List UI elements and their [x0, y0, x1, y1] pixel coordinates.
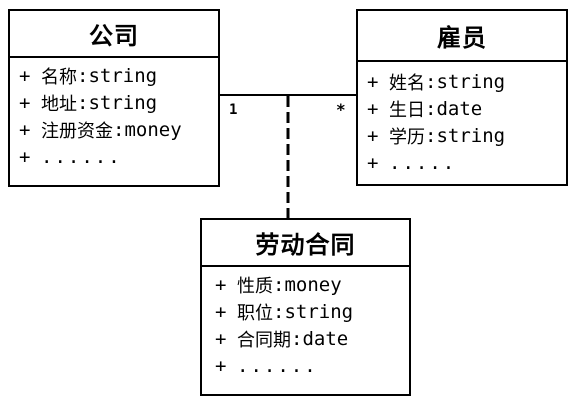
attribute-ellipsis: ......	[41, 145, 122, 168]
visibility-marker: +	[19, 64, 31, 87]
visibility-marker: +	[367, 151, 379, 174]
attribute-name: 姓名	[389, 72, 425, 94]
attribute-row: + 姓名 : string	[367, 68, 566, 95]
attribute-row: + 合同期 : date	[215, 325, 409, 352]
attribute-name: 职位	[237, 302, 273, 324]
class-company-attributes: + 名称 : string + 地址 : string + 注册资金 : mon…	[10, 58, 218, 170]
visibility-marker: +	[19, 91, 31, 114]
class-employee-attributes: + 姓名 : string + 生日 : date + 学历 : string …	[358, 62, 566, 176]
multiplicity-employee: *	[336, 100, 346, 119]
attribute-name: 注册资金	[41, 120, 113, 142]
visibility-marker: +	[19, 118, 31, 141]
attribute-name: 生日	[389, 99, 425, 121]
attribute-row: + 注册资金 : money	[19, 116, 218, 143]
visibility-marker: +	[215, 273, 227, 296]
attribute-row: + .....	[367, 149, 566, 176]
attribute-name: 名称	[41, 66, 77, 88]
attribute-separator: :	[425, 97, 437, 120]
attribute-name: 性质	[237, 275, 273, 297]
visibility-marker: +	[367, 70, 379, 93]
attribute-row: + 职位 : string	[215, 298, 409, 325]
attribute-row: + ......	[19, 143, 218, 170]
attribute-row: + 生日 : date	[367, 95, 566, 122]
visibility-marker: +	[215, 354, 227, 377]
attribute-separator: :	[77, 64, 89, 87]
attribute-row: + 性质 : money	[215, 271, 409, 298]
attribute-type: date	[436, 97, 483, 120]
attribute-name: 合同期	[237, 329, 291, 351]
visibility-marker: +	[215, 300, 227, 323]
attribute-row: + 地址 : string	[19, 89, 218, 116]
attribute-separator: :	[425, 70, 437, 93]
attribute-ellipsis: .....	[389, 151, 457, 174]
attribute-type: string	[88, 91, 158, 114]
visibility-marker: +	[367, 124, 379, 147]
attribute-name: 学历	[389, 126, 425, 148]
class-contract-name: 劳动合同	[202, 220, 409, 267]
attribute-type: date	[302, 327, 349, 350]
class-company-name: 公司	[10, 11, 218, 58]
attribute-ellipsis: ......	[237, 354, 318, 377]
class-employee-name: 雇员	[358, 11, 566, 62]
class-contract-attributes: + 性质 : money + 职位 : string + 合同期 : date …	[202, 267, 409, 379]
attribute-separator: :	[273, 273, 285, 296]
attribute-row: + 学历 : string	[367, 122, 566, 149]
attribute-separator: :	[113, 118, 125, 141]
attribute-type: string	[284, 300, 354, 323]
attribute-type: string	[436, 70, 506, 93]
class-company[interactable]: 公司 + 名称 : string + 地址 : string + 注册资金 : …	[8, 9, 220, 187]
attribute-type: string	[436, 124, 506, 147]
attribute-type: money	[284, 273, 342, 296]
visibility-marker: +	[367, 97, 379, 120]
class-employee[interactable]: 雇员 + 姓名 : string + 生日 : date + 学历 : stri…	[356, 9, 568, 186]
attribute-separator: :	[291, 327, 303, 350]
multiplicity-company: 1	[229, 102, 238, 118]
visibility-marker: +	[215, 327, 227, 350]
attribute-row: + 名称 : string	[19, 62, 218, 89]
attribute-name: 地址	[41, 93, 77, 115]
attribute-separator: :	[273, 300, 285, 323]
attribute-separator: :	[77, 91, 89, 114]
visibility-marker: +	[19, 145, 31, 168]
attribute-type: string	[88, 64, 158, 87]
attribute-type: money	[124, 118, 182, 141]
class-contract[interactable]: 劳动合同 + 性质 : money + 职位 : string + 合同期 : …	[200, 218, 411, 396]
attribute-row: + ......	[215, 352, 409, 379]
attribute-separator: :	[425, 124, 437, 147]
